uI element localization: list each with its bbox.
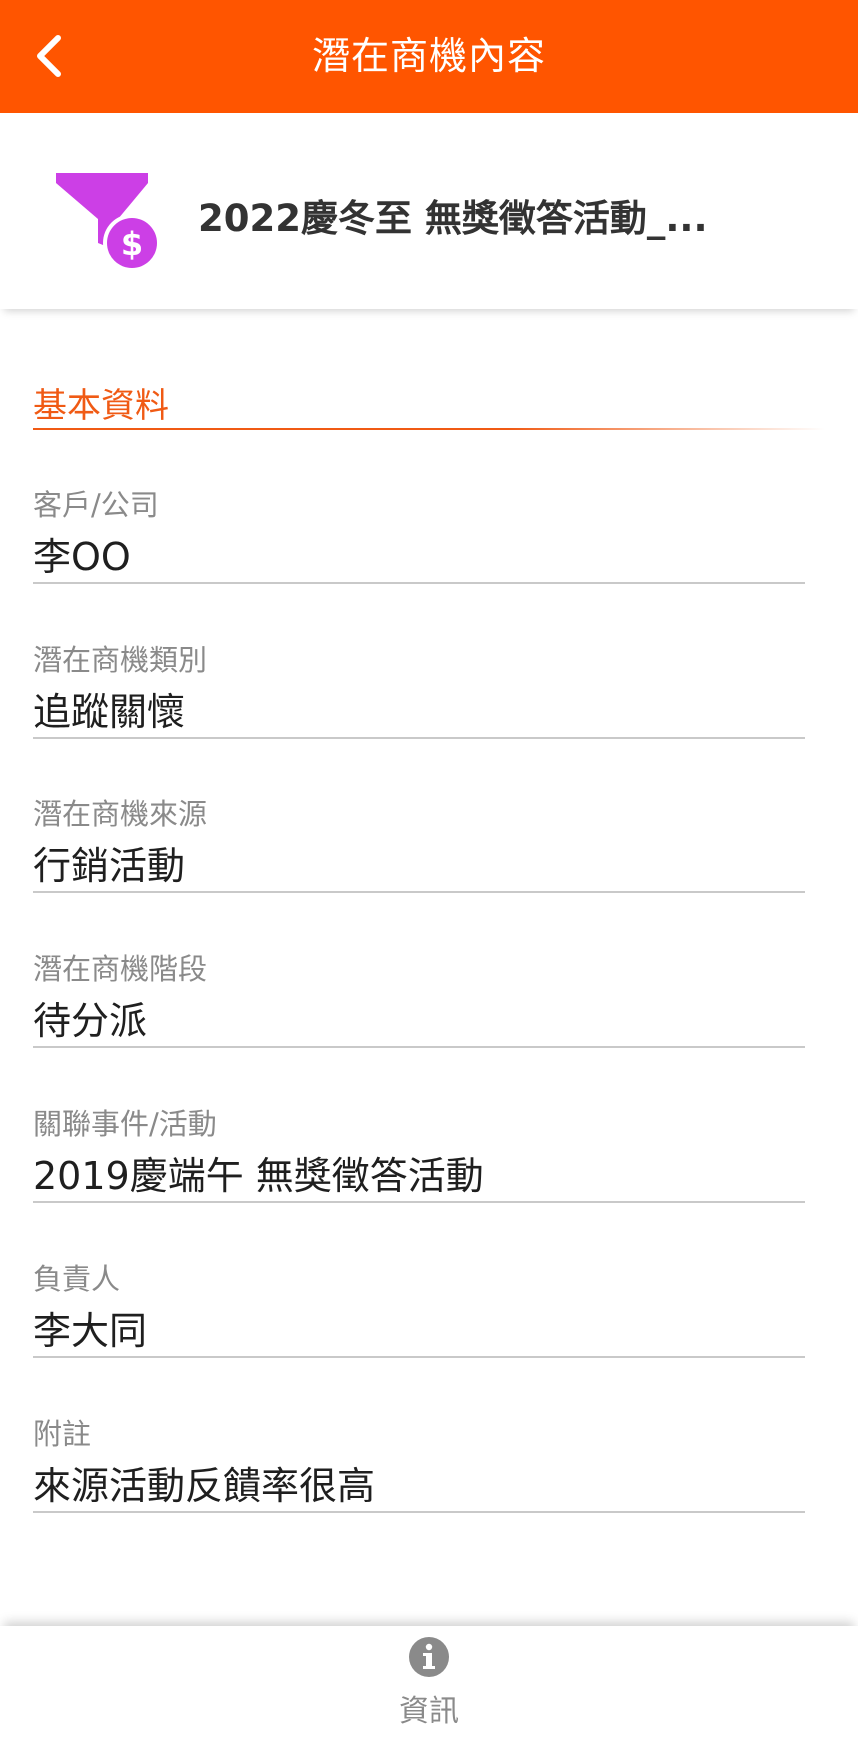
field-divider [33, 737, 805, 739]
field-owner: 負責人 李大同 [33, 1256, 805, 1366]
field-label: 負責人 [33, 1262, 121, 1296]
field-label: 潛在商機階段 [33, 952, 208, 986]
field-label: 客戶/公司 [33, 488, 159, 522]
field-customer: 客戶/公司 李OO [33, 482, 805, 592]
funnel-dollar-icon: $ [56, 173, 161, 272]
svg-text:$: $ [121, 225, 143, 263]
field-label: 潛在商機類別 [33, 643, 208, 677]
field-label: 附註 [33, 1417, 92, 1451]
top-app-bar: 潛在商機內容 [0, 0, 858, 113]
field-value: 李OO [33, 535, 131, 579]
field-notes: 附註 來源活動反饋率很高 [33, 1411, 805, 1521]
field-label: 關聯事件/活動 [33, 1107, 217, 1141]
info-circle-icon [409, 1637, 449, 1677]
field-related-event: 關聯事件/活動 2019慶端午 無獎徵答活動 [33, 1101, 805, 1211]
field-label: 潛在商機來源 [33, 797, 208, 831]
tab-info[interactable]: 資訊 [369, 1636, 489, 1736]
field-value: 追蹤關懷 [33, 690, 186, 734]
opportunity-title: 2022慶冬至 無獎徵答活動_... [198, 197, 708, 240]
section-title-basic-info: 基本資料 [33, 386, 169, 426]
tab-info-label: 資訊 [399, 1694, 459, 1729]
field-value: 待分派 [33, 999, 148, 1043]
field-divider [33, 1511, 805, 1513]
field-divider [33, 1356, 805, 1358]
field-value: 來源活動反饋率很高 [33, 1464, 376, 1508]
opportunity-header: $ 2022慶冬至 無獎徵答活動_... [0, 113, 858, 309]
field-divider [33, 891, 805, 893]
field-divider [33, 582, 805, 584]
field-divider [33, 1201, 805, 1203]
field-opportunity-source: 潛在商機來源 行銷活動 [33, 791, 805, 901]
bottom-tab-bar: 資訊 [0, 1626, 858, 1744]
field-opportunity-stage: 潛在商機階段 待分派 [33, 946, 805, 1056]
page-title: 潛在商機內容 [311, 34, 546, 78]
field-value: 行銷活動 [33, 844, 186, 888]
field-opportunity-type: 潛在商機類別 追蹤關懷 [33, 637, 805, 747]
field-value: 2019慶端午 無獎徵答活動 [33, 1154, 484, 1198]
field-value: 李大同 [33, 1309, 148, 1353]
section-divider [33, 428, 825, 430]
field-divider [33, 1046, 805, 1048]
